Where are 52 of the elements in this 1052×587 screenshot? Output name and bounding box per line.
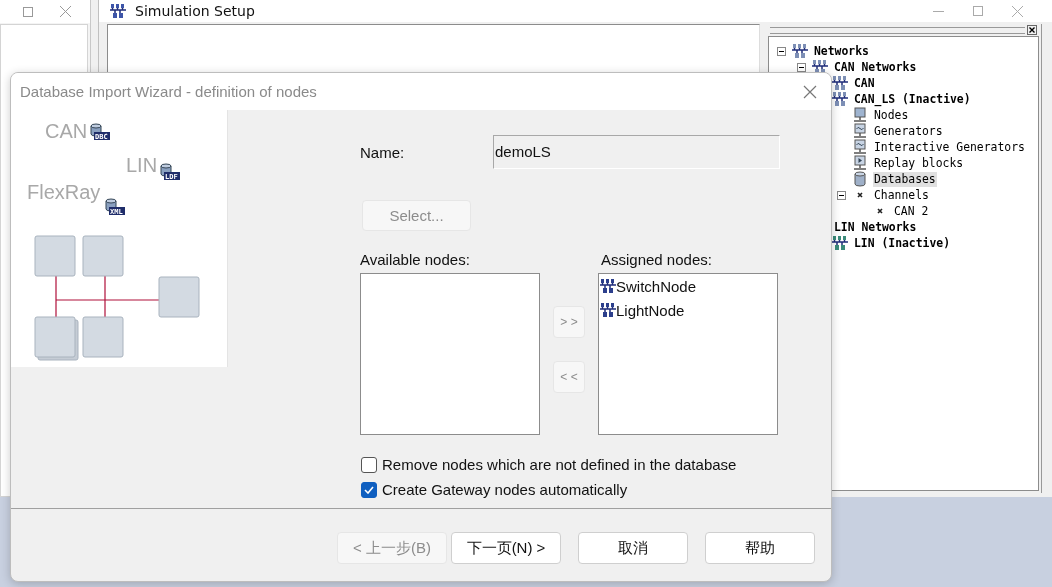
network-icon — [832, 235, 848, 251]
maximize-icon[interactable] — [23, 6, 33, 17]
monitor-wave-icon — [852, 139, 868, 155]
checkbox-label: Create Gateway nodes automatically — [382, 481, 628, 498]
tree-item[interactable]: Replay blocks — [873, 155, 965, 171]
collapse-icon[interactable] — [837, 190, 846, 200]
tree-item[interactable]: Channels — [873, 187, 930, 203]
network-type-label: LIN — [126, 154, 158, 176]
tree-item[interactable]: Interactive Generators — [873, 139, 1026, 155]
network-icon — [832, 75, 848, 91]
tree-item[interactable]: Nodes — [873, 107, 910, 123]
list-item[interactable]: SwitchNode — [616, 277, 697, 295]
tree-item[interactable]: LIN (Inactive) — [853, 235, 951, 251]
tree-item[interactable]: Databases — [873, 171, 937, 187]
available-nodes-list[interactable] — [360, 273, 540, 435]
panel-grip[interactable] — [770, 26, 1025, 34]
tree-item[interactable]: Generators — [873, 123, 944, 139]
tree-item[interactable]: CAN — [853, 75, 876, 91]
assigned-nodes-list[interactable]: SwitchNode LightNode — [598, 273, 778, 435]
dialog-title: Database Import Wizard - definition of nodes — [20, 83, 318, 100]
collapse-icon[interactable] — [797, 62, 806, 72]
available-nodes-label: Available nodes: — [360, 251, 471, 270]
monitor-wave-icon — [852, 123, 868, 139]
database-icon — [852, 171, 868, 187]
name-label: Name: — [360, 143, 406, 161]
name-field[interactable]: demoLS — [493, 135, 780, 169]
assigned-nodes-label: Assigned nodes: — [601, 251, 713, 270]
checkmark-icon — [364, 485, 374, 494]
tree-item[interactable]: CAN_LS (Inactive) — [853, 91, 972, 107]
tree-item[interactable]: CAN 2 — [893, 203, 930, 219]
checkbox-label: Remove nodes which are not defined in the database — [382, 456, 737, 473]
tree-item[interactable]: Networks — [813, 43, 870, 59]
maximize-icon[interactable] — [973, 6, 983, 16]
network-type-label: CAN — [45, 120, 88, 142]
close-icon[interactable] — [1027, 25, 1037, 35]
network-icon — [792, 43, 808, 59]
list-item[interactable]: LightNode — [616, 301, 685, 319]
checkbox[interactable] — [361, 456, 377, 473]
monitor-play-icon — [852, 155, 868, 171]
tree-item[interactable]: CAN Networks — [833, 59, 918, 75]
cancel-button[interactable]: 取消 — [578, 532, 688, 564]
network-icon — [600, 278, 616, 294]
next-button[interactable]: 下一页(N) > — [451, 532, 561, 564]
network-type-label: FlexRay — [27, 181, 101, 203]
window-title: Simulation Setup — [135, 3, 255, 19]
network-icon — [600, 302, 616, 318]
network-icon — [832, 91, 848, 107]
help-button[interactable]: 帮助 — [705, 532, 815, 564]
tree-item[interactable]: LIN Networks — [833, 219, 918, 235]
collapse-icon[interactable] — [777, 46, 786, 56]
monitor-icon — [852, 107, 868, 123]
checkbox[interactable] — [361, 481, 377, 498]
